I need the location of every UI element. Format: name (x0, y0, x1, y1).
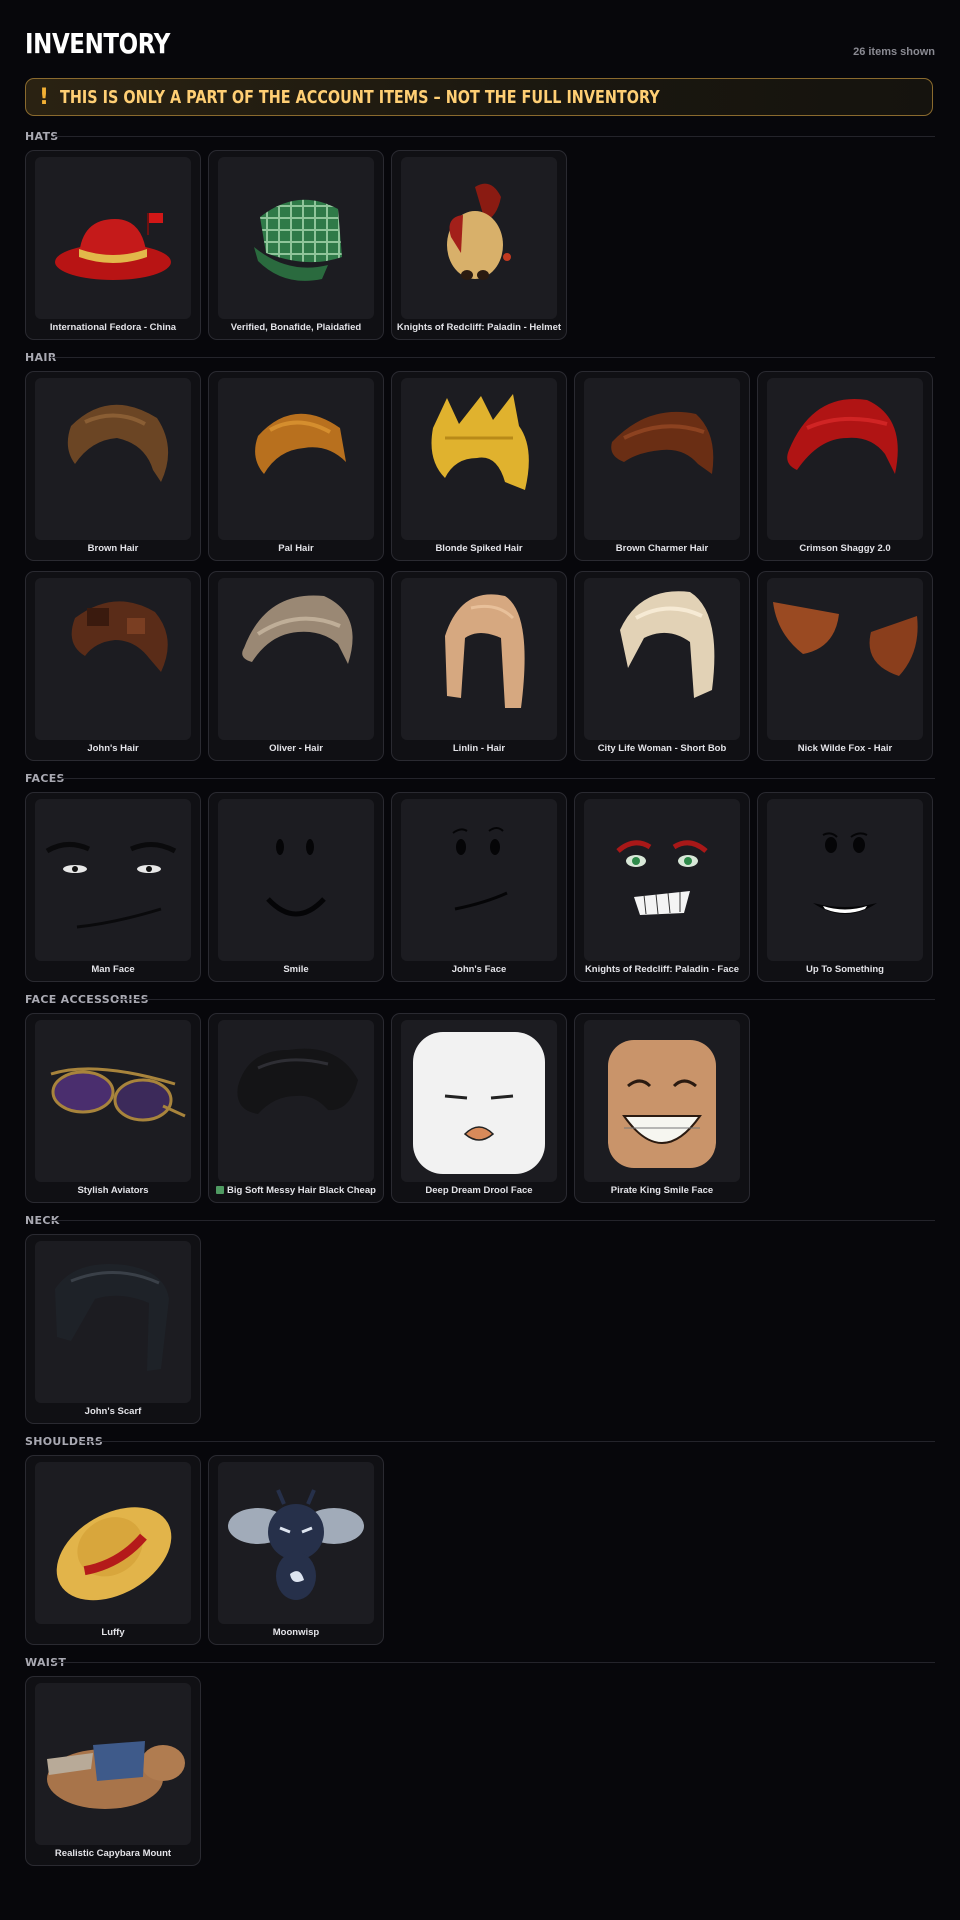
item-count: 26 items shown (853, 46, 935, 58)
item-name: Realistic Capybara Mount (54, 1848, 172, 1859)
item-card-paladin-face[interactable]: Knights of Redcliff: Paladin - Face (574, 792, 750, 982)
item-name: Man Face (91, 964, 135, 975)
item-image (218, 1462, 374, 1624)
item-image (584, 799, 740, 961)
item-image (35, 1241, 191, 1403)
item-name: Nick Wilde Fox - Hair (797, 743, 893, 754)
item-name: Crimson Shaggy 2.0 (799, 543, 891, 554)
item-image (401, 1020, 557, 1182)
item-name: Linlin - Hair (452, 743, 506, 754)
item-name: Knights of Redcliff: Paladin - Face (584, 964, 740, 975)
warning-text: THIS IS ONLY A PART OF THE ACCOUNT ITEMS… (60, 86, 660, 108)
item-name: Moonwisp (272, 1627, 320, 1638)
item-image (35, 157, 191, 319)
item-image (35, 578, 191, 740)
page-title: INVENTORY (25, 27, 170, 60)
item-image (35, 1683, 191, 1845)
item-name: Oliver - Hair (269, 743, 323, 754)
item-name: Knights of Redcliff: Paladin - Helmet (396, 322, 562, 333)
item-image (35, 799, 191, 961)
item-image (35, 1020, 191, 1182)
item-image (584, 578, 740, 740)
item-image (767, 799, 923, 961)
item-card-moonwisp[interactable]: Moonwisp (208, 1455, 384, 1645)
divider (117, 999, 935, 1000)
item-card-paladin-helmet[interactable]: Knights of Redcliff: Paladin - Helmet (391, 150, 567, 340)
item-card-brown-hair[interactable]: Brown Hair (25, 371, 201, 561)
item-name: Blonde Spiked Hair (435, 543, 523, 554)
item-card-pirate-king-smile-face[interactable]: Pirate King Smile Face (574, 1013, 750, 1203)
item-name: John's Face (451, 964, 507, 975)
item-card-deep-dream-drool-face[interactable]: Deep Dream Drool Face (391, 1013, 567, 1203)
item-name: John's Scarf (84, 1406, 142, 1417)
item-name: Pirate King Smile Face (610, 1185, 714, 1196)
item-card-brown-charmer-hair[interactable]: Brown Charmer Hair (574, 371, 750, 561)
item-image (35, 378, 191, 540)
item-name: Big Soft Messy Hair Black Cheap (209, 1185, 383, 1196)
item-name: Brown Charmer Hair (615, 543, 709, 554)
item-image (401, 378, 557, 540)
divider (58, 778, 935, 779)
item-name: Luffy (101, 1627, 125, 1638)
item-card-up-to-something[interactable]: Up To Something (757, 792, 933, 982)
item-card-plaid-cap[interactable]: Verified, Bonafide, Plaidafied (208, 150, 384, 340)
item-image (218, 1020, 374, 1182)
item-name: Smile (283, 964, 309, 975)
item-image (218, 799, 374, 961)
item-image (401, 799, 557, 961)
item-card-oliver-hair[interactable]: Oliver - Hair (208, 571, 384, 761)
item-name: Deep Dream Drool Face (425, 1185, 533, 1196)
item-image (218, 378, 374, 540)
item-image (584, 1020, 740, 1182)
item-image (218, 578, 374, 740)
item-card-crimson-shaggy[interactable]: Crimson Shaggy 2.0 (757, 371, 933, 561)
item-image (401, 578, 557, 740)
divider (50, 357, 935, 358)
item-card-nick-wilde-fox-hair[interactable]: Nick Wilde Fox - Hair (757, 571, 933, 761)
divider (80, 1441, 935, 1442)
item-card-johns-face[interactable]: John's Face (391, 792, 567, 982)
item-card-smile[interactable]: Smile (208, 792, 384, 982)
item-image (767, 578, 923, 740)
item-card-linlin-hair[interactable]: Linlin - Hair (391, 571, 567, 761)
item-card-pal-hair[interactable]: Pal Hair (208, 371, 384, 561)
limited-badge-icon (216, 1186, 225, 1194)
item-name: Brown Hair (87, 543, 139, 554)
divider (54, 1662, 935, 1663)
item-card-johns-hair[interactable]: John's Hair (25, 571, 201, 761)
item-card-capybara-mount[interactable]: Realistic Capybara Mount (25, 1676, 201, 1866)
divider (54, 136, 935, 137)
warning-banner: ! THIS IS ONLY A PART OF THE ACCOUNT ITE… (25, 78, 933, 116)
item-image (35, 1462, 191, 1624)
item-image (218, 157, 374, 319)
item-name: City Life Woman - Short Bob (597, 743, 727, 754)
item-name: John's Hair (87, 743, 139, 754)
item-image (584, 378, 740, 540)
item-name: Verified, Bonafide, Plaidafied (230, 322, 362, 333)
item-name: Pal Hair (278, 543, 314, 554)
warning-icon: ! (38, 84, 50, 110)
item-image (767, 378, 923, 540)
item-card-luffy[interactable]: Luffy (25, 1455, 201, 1645)
item-name: Up To Something (806, 964, 884, 975)
divider (50, 1220, 935, 1221)
item-name: Stylish Aviators (77, 1185, 149, 1196)
item-card-man-face[interactable]: Man Face (25, 792, 201, 982)
item-card-international-fedora[interactable]: International Fedora - China (25, 150, 201, 340)
item-card-blonde-spiked-hair[interactable]: Blonde Spiked Hair (391, 371, 567, 561)
item-card-johns-scarf[interactable]: John's Scarf (25, 1234, 201, 1424)
item-card-big-soft-messy-hair[interactable]: Big Soft Messy Hair Black Cheap (208, 1013, 384, 1203)
item-card-city-life-woman-bob[interactable]: City Life Woman - Short Bob (574, 571, 750, 761)
item-card-stylish-aviators[interactable]: Stylish Aviators (25, 1013, 201, 1203)
item-name: International Fedora - China (49, 322, 177, 333)
item-image (401, 157, 557, 319)
